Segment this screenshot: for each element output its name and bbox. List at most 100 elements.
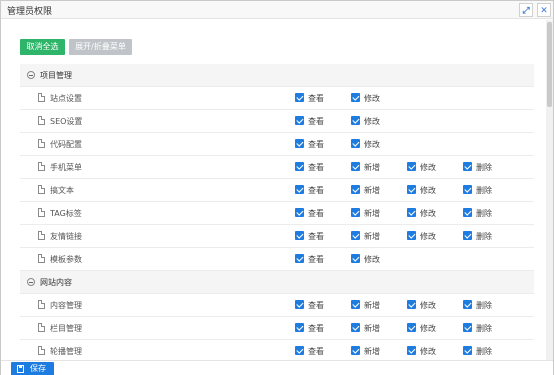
checkbox-checked-icon[interactable]	[351, 323, 360, 332]
permission-label: 删除	[476, 324, 492, 333]
save-button[interactable]: 保存	[11, 362, 54, 375]
permission-label: 修改	[364, 117, 380, 126]
deselect-all-button[interactable]: 取消全选	[20, 39, 65, 55]
permission-label: 查看	[308, 232, 324, 241]
permission-label: 查看	[308, 301, 324, 310]
checkbox-checked-icon[interactable]	[295, 208, 304, 217]
tree-item-label: 手机菜单	[50, 163, 82, 172]
checkbox-checked-icon[interactable]	[463, 162, 472, 171]
checkbox-checked-icon[interactable]	[407, 162, 416, 171]
checkbox-checked-icon[interactable]	[351, 254, 360, 263]
checkbox-checked-icon[interactable]	[351, 162, 360, 171]
permission-label: 查看	[308, 140, 324, 149]
file-icon	[38, 254, 45, 263]
save-button-label: 保存	[30, 364, 46, 373]
tree-item-label: 友情链接	[50, 232, 82, 241]
permission-label: 新增	[364, 163, 380, 172]
permission-label: 查看	[308, 255, 324, 264]
checkbox-checked-icon[interactable]	[463, 231, 472, 240]
permission-label: 修改	[420, 347, 436, 356]
checkbox-checked-icon[interactable]	[407, 300, 416, 309]
checkbox-checked-icon[interactable]	[351, 208, 360, 217]
dialog-title: 管理员权限	[7, 7, 53, 17]
checkbox-checked-icon[interactable]	[407, 185, 416, 194]
file-icon	[38, 162, 45, 171]
permission-label: 查看	[308, 94, 324, 103]
permission-label: 查看	[308, 163, 324, 172]
permission-label: 删除	[476, 232, 492, 241]
checkbox-checked-icon[interactable]	[295, 323, 304, 332]
checkbox-checked-icon[interactable]	[351, 346, 360, 355]
expand-collapse-menu-button[interactable]: 展开/折叠菜单	[69, 39, 132, 55]
checkbox-checked-icon[interactable]	[295, 346, 304, 355]
checkbox-checked-icon[interactable]	[407, 323, 416, 332]
tree-item-row: 模板参数 查看 修改	[20, 248, 534, 271]
tree-item-row: 站点设置 查看 修改	[20, 87, 534, 110]
checkbox-checked-icon[interactable]	[295, 231, 304, 240]
checkbox-checked-icon[interactable]	[295, 254, 304, 263]
checkbox-checked-icon[interactable]	[295, 93, 304, 102]
tree-group-label: 网站内容	[40, 278, 72, 287]
collapse-toggle-icon[interactable]	[27, 278, 35, 286]
permission-label: 修改	[364, 140, 380, 149]
permission-label: 修改	[364, 94, 380, 103]
permission-label: 新增	[364, 301, 380, 310]
collapse-toggle-icon[interactable]	[27, 71, 35, 79]
permission-label: 查看	[308, 117, 324, 126]
checkbox-checked-icon[interactable]	[463, 346, 472, 355]
tree-item-label: 轮播管理	[50, 347, 82, 356]
checkbox-checked-icon[interactable]	[351, 139, 360, 148]
permission-label: 修改	[420, 209, 436, 218]
permission-label: 删除	[476, 163, 492, 172]
permission-label: 新增	[364, 209, 380, 218]
checkbox-checked-icon[interactable]	[407, 231, 416, 240]
checkbox-checked-icon[interactable]	[463, 323, 472, 332]
tree-item-row: TAG标签 查看 新增 修改 删除	[20, 202, 534, 225]
file-icon	[38, 208, 45, 217]
checkbox-checked-icon[interactable]	[295, 162, 304, 171]
permission-label: 删除	[476, 186, 492, 195]
checkbox-checked-icon[interactable]	[351, 185, 360, 194]
permission-label: 查看	[308, 186, 324, 195]
scrollbar-thumb[interactable]	[547, 22, 552, 107]
checkbox-checked-icon[interactable]	[351, 116, 360, 125]
checkbox-checked-icon[interactable]	[351, 300, 360, 309]
file-icon	[38, 346, 45, 355]
tree-item-label: 代码配置	[50, 140, 82, 149]
save-icon	[17, 365, 24, 373]
permission-label: 修改	[420, 186, 436, 195]
file-icon	[38, 185, 45, 194]
close-icon[interactable]: ✕	[537, 3, 551, 17]
tree-group-row: 项目管理	[20, 64, 534, 87]
file-icon	[38, 300, 45, 309]
permission-label: 修改	[364, 255, 380, 264]
checkbox-checked-icon[interactable]	[351, 231, 360, 240]
file-icon	[38, 139, 45, 148]
checkbox-checked-icon[interactable]	[463, 208, 472, 217]
checkbox-checked-icon[interactable]	[295, 116, 304, 125]
tree-item-row: 友情链接 查看 新增 修改 删除	[20, 225, 534, 248]
tree-item-row: 代码配置 查看 修改	[20, 133, 534, 156]
permission-label: 删除	[476, 209, 492, 218]
vertical-scrollbar[interactable]	[546, 20, 553, 360]
checkbox-checked-icon[interactable]	[463, 185, 472, 194]
permission-label: 新增	[364, 324, 380, 333]
permission-label: 删除	[476, 347, 492, 356]
file-icon	[38, 93, 45, 102]
checkbox-checked-icon[interactable]	[463, 300, 472, 309]
checkbox-checked-icon[interactable]	[295, 185, 304, 194]
checkbox-checked-icon[interactable]	[407, 346, 416, 355]
permission-label: 查看	[308, 209, 324, 218]
permission-label: 修改	[420, 232, 436, 241]
admin-permissions-dialog: 管理员权限 ⤢ ✕ 取消全选 展开/折叠菜单 项目管理 站点设置 查看 修改 SEO设置…	[0, 0, 554, 375]
checkbox-checked-icon[interactable]	[407, 208, 416, 217]
checkbox-checked-icon[interactable]	[295, 300, 304, 309]
maximize-icon[interactable]: ⤢	[519, 3, 533, 17]
file-icon	[38, 231, 45, 240]
tree-item-row: 栏目管理 查看 新增 修改 删除	[20, 317, 534, 340]
checkbox-checked-icon[interactable]	[351, 93, 360, 102]
tree-item-label: TAG标签	[50, 209, 82, 218]
dialog-titlebar: 管理员权限 ⤢ ✕	[1, 1, 553, 19]
tree-item-row: 内容管理 查看 新增 修改 删除	[20, 294, 534, 317]
checkbox-checked-icon[interactable]	[295, 139, 304, 148]
